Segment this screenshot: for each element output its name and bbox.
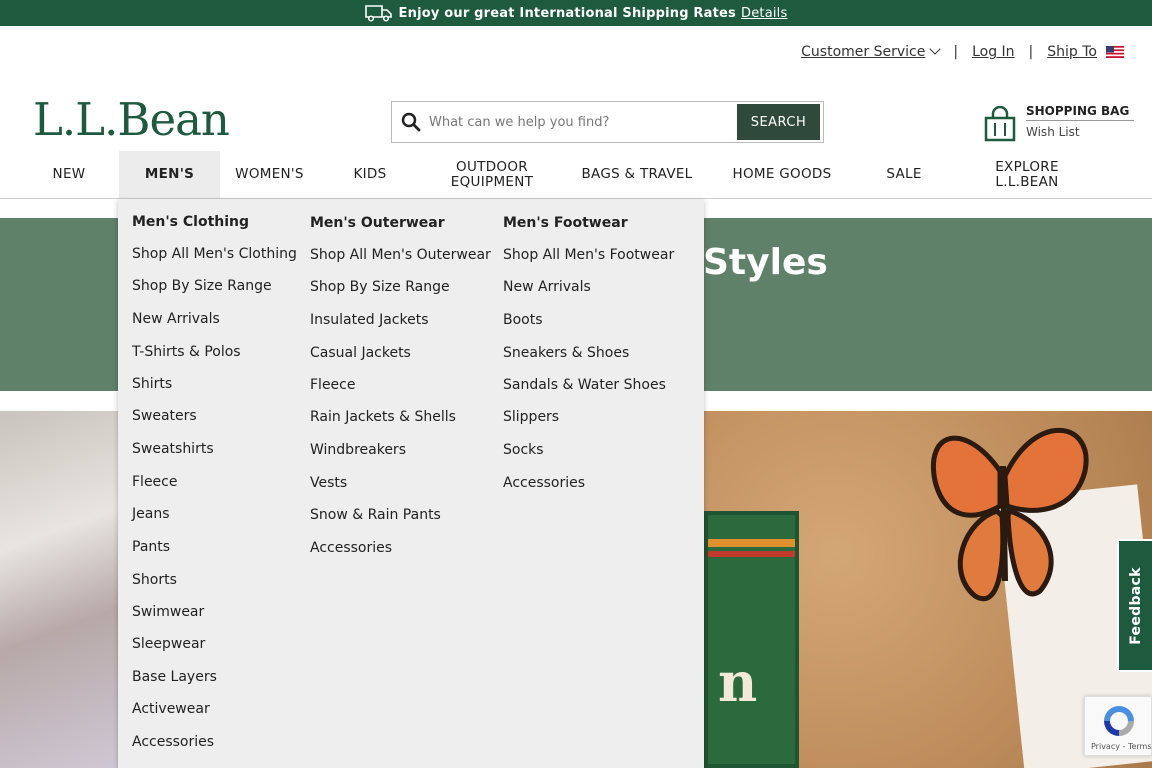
menu-link[interactable]: Base Layers	[132, 669, 217, 685]
menu-link[interactable]: Shirts	[132, 376, 172, 392]
search-bar: SEARCH	[391, 101, 824, 143]
mens-dropdown-menu: Men's Clothing Shop All Men's Clothing S…	[118, 199, 704, 768]
hero-photo-left	[0, 411, 120, 768]
menu-heading-outerwear[interactable]: Men's Outerwear	[310, 215, 445, 231]
nav-item-outdoor-equipment[interactable]: OUTDOOR EQUIPMENT	[432, 151, 552, 198]
menu-link[interactable]: Shop All Men's Clothing	[132, 246, 297, 262]
nav-item-new[interactable]: NEW	[20, 151, 118, 198]
menu-link[interactable]: Sleepwear	[132, 636, 205, 652]
menu-link[interactable]: Pants	[132, 539, 170, 555]
truck-icon	[364, 5, 392, 22]
hero-patch: n	[704, 511, 799, 768]
butterfly-image	[931, 427, 1089, 601]
menu-link[interactable]: Swimwear	[132, 604, 204, 620]
search-button[interactable]: SEARCH	[737, 104, 820, 140]
recaptcha-badge[interactable]: Privacy - Terms	[1084, 696, 1152, 756]
menu-link[interactable]: Sandals & Water Shoes	[503, 377, 666, 393]
nav-item-womens[interactable]: WOMEN'S	[222, 151, 317, 198]
shopping-bag-link[interactable]: SHOPPING BAG	[1026, 104, 1134, 121]
menu-link[interactable]: T-Shirts & Polos	[132, 344, 241, 360]
main-nav: NEW MEN'S WOMEN'S KIDS OUTDOOR EQUIPMENT…	[0, 151, 1152, 199]
menu-heading-footwear[interactable]: Men's Footwear	[503, 215, 628, 231]
menu-link[interactable]: Sneakers & Shoes	[503, 345, 629, 361]
search-icon	[401, 112, 421, 132]
menu-link[interactable]: Windbreakers	[310, 442, 406, 458]
menu-link[interactable]: Accessories	[132, 734, 214, 750]
menu-link[interactable]: Casual Jackets	[310, 345, 411, 361]
menu-link[interactable]: Socks	[503, 442, 544, 458]
search-input[interactable]	[421, 104, 737, 140]
ship-to-link[interactable]: Ship To	[1047, 44, 1097, 60]
menu-link[interactable]: Activewear	[132, 701, 210, 717]
menu-link[interactable]: Boots	[503, 312, 543, 328]
menu-link[interactable]: Accessories	[503, 475, 585, 491]
promo-details-link[interactable]: Details	[741, 6, 787, 21]
menu-link[interactable]: Rain Jackets & Shells	[310, 409, 456, 425]
menu-link[interactable]: Fleece	[132, 474, 177, 490]
wish-list-link[interactable]: Wish List	[1026, 125, 1134, 139]
llbean-logo[interactable]: L.L.Bean	[33, 93, 230, 146]
chevron-down-icon[interactable]	[929, 43, 942, 55]
menu-link[interactable]: Slippers	[503, 409, 559, 425]
divider: |	[953, 44, 959, 60]
nav-item-mens[interactable]: MEN'S	[119, 151, 220, 198]
menu-link[interactable]: Shop By Size Range	[132, 278, 272, 294]
menu-link[interactable]: Jeans	[132, 506, 170, 522]
customer-service-link[interactable]: Customer Service	[801, 44, 925, 60]
recaptcha-icon	[1104, 706, 1134, 736]
menu-link[interactable]: Snow & Rain Pants	[310, 507, 441, 523]
menu-link[interactable]: Shop By Size Range	[310, 279, 450, 295]
menu-link[interactable]: Vests	[310, 475, 347, 491]
menu-link[interactable]: New Arrivals	[503, 279, 591, 295]
hero-title: Styles	[703, 242, 828, 283]
nav-item-kids[interactable]: KIDS	[330, 151, 410, 198]
utility-links: Customer Service | Log In | Ship To	[801, 42, 1124, 62]
menu-link[interactable]: Fleece	[310, 377, 355, 393]
login-link[interactable]: Log In	[972, 44, 1014, 60]
shopping-bag-icon[interactable]	[983, 106, 1017, 142]
nav-item-home-goods[interactable]: HOME GOODS	[720, 151, 844, 198]
divider: |	[1028, 44, 1034, 60]
nav-item-explore[interactable]: EXPLORE L.L.BEAN	[966, 151, 1088, 198]
promo-banner: Enjoy our great International Shipping R…	[0, 0, 1152, 26]
menu-link[interactable]: Shop All Men's Footwear	[503, 247, 674, 263]
promo-text: Enjoy our great International Shipping R…	[398, 5, 736, 21]
menu-link[interactable]: Accessories	[310, 540, 392, 556]
bag-links: SHOPPING BAG Wish List	[1026, 104, 1134, 139]
menu-link[interactable]: Sweaters	[132, 408, 197, 424]
recaptcha-text: Privacy - Terms	[1091, 742, 1152, 751]
menu-heading-clothing[interactable]: Men's Clothing	[132, 214, 249, 230]
us-flag-icon[interactable]	[1106, 46, 1124, 58]
feedback-tab[interactable]: Feedback	[1117, 539, 1152, 672]
menu-link[interactable]: Shorts	[132, 572, 177, 588]
menu-link[interactable]: Sweatshirts	[132, 441, 214, 457]
customer-service-label: Customer Service	[801, 44, 926, 60]
menu-link[interactable]: New Arrivals	[132, 311, 220, 327]
menu-link[interactable]: Shop All Men's Outerwear	[310, 247, 491, 263]
nav-item-bags-travel[interactable]: BAGS & TRAVEL	[572, 151, 702, 198]
nav-item-sale[interactable]: SALE	[864, 151, 944, 198]
feedback-label: Feedback	[1127, 566, 1144, 645]
menu-link[interactable]: Insulated Jackets	[310, 312, 429, 328]
